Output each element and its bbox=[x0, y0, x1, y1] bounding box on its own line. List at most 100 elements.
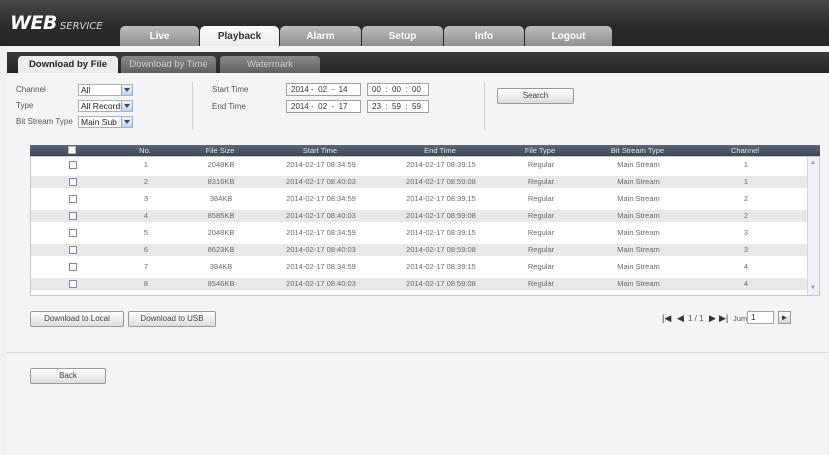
scroll-up-icon[interactable]: ▲ bbox=[810, 160, 816, 166]
cell-end-time: 2014-02-17 08:39:15 bbox=[406, 160, 476, 169]
cell-channel: 3 bbox=[743, 245, 749, 254]
table-header: No. File Size Start Time End Time File T… bbox=[30, 145, 820, 156]
cell-file-size: 2048KB bbox=[207, 228, 235, 237]
cell-no: 3 bbox=[143, 194, 149, 203]
table-row[interactable]: 5 2048KB 2014-02-17 08:34:59 2014-02-17 … bbox=[31, 227, 809, 239]
divider bbox=[7, 352, 827, 353]
cell-channel: 4 bbox=[743, 279, 749, 288]
cell-start-time: 2014-02-17 08:40:03 bbox=[286, 279, 356, 288]
table-row[interactable]: 1 2048KB 2014-02-17 08:34:59 2014-02-17 … bbox=[31, 159, 809, 171]
type-label: Type bbox=[16, 101, 34, 110]
cell-no: 6 bbox=[143, 245, 149, 254]
cell-no: 5 bbox=[143, 228, 149, 237]
table-scrollbar[interactable]: ▲ ▼ bbox=[807, 157, 819, 295]
col-header-start-time: Start Time bbox=[302, 146, 338, 155]
tab-logout[interactable]: Logout bbox=[525, 26, 612, 47]
cell-file-size: 384KB bbox=[209, 262, 233, 271]
cell-no: 2 bbox=[143, 177, 149, 186]
record-table: 1 2048KB 2014-02-17 08:34:59 2014-02-17 … bbox=[30, 156, 820, 296]
cell-end-time: 2014-02-17 08:39:15 bbox=[406, 262, 476, 271]
download-local-button[interactable]: Download to Local bbox=[30, 311, 124, 327]
channel-select[interactable]: All bbox=[78, 84, 133, 96]
cell-file-size: 8316KB bbox=[207, 177, 235, 186]
cell-file-type: Regular bbox=[527, 177, 555, 186]
last-page-icon[interactable]: ▶| bbox=[719, 313, 728, 323]
cell-file-size: 8546KB bbox=[207, 279, 235, 288]
cell-bit-stream: Main Stream bbox=[617, 177, 660, 186]
cell-channel: 4 bbox=[743, 262, 749, 271]
col-header-file-type: File Type bbox=[524, 146, 556, 155]
tab-alarm[interactable]: Alarm bbox=[280, 26, 361, 47]
channel-label: Channel bbox=[16, 85, 46, 94]
chevron-down-icon[interactable] bbox=[121, 101, 132, 111]
cell-end-time: 2014-02-17 08:39:15 bbox=[406, 228, 476, 237]
page-info: 1 / 1 bbox=[688, 314, 704, 323]
cell-channel: 1 bbox=[743, 160, 749, 169]
divider bbox=[192, 82, 193, 130]
select-all-checkbox[interactable] bbox=[68, 146, 76, 154]
download-usb-button[interactable]: Download to USB bbox=[128, 311, 216, 327]
table-row[interactable]: 4 8585KB 2014-02-17 08:40:03 2014-02-17 … bbox=[31, 210, 809, 222]
cell-bit-stream: Main Stream bbox=[617, 194, 660, 203]
end-time-field[interactable]: 23 : 59 : 59 bbox=[367, 100, 429, 113]
end-date-field[interactable]: 2014 - 02 - 17 bbox=[286, 100, 361, 113]
start-date-field[interactable]: 2014 - 02 - 14 bbox=[286, 83, 361, 96]
prev-page-icon[interactable]: ◀ bbox=[677, 313, 684, 323]
chevron-down-icon[interactable] bbox=[121, 85, 132, 95]
cell-start-time: 2014-02-17 08:40:03 bbox=[286, 177, 356, 186]
table-row[interactable]: 8 8546KB 2014-02-17 08:40:03 2014-02-17 … bbox=[31, 278, 809, 290]
cell-channel: 2 bbox=[743, 211, 749, 220]
table-row[interactable]: 3 384KB 2014-02-17 08:34:59 2014-02-17 0… bbox=[31, 193, 809, 205]
tab-info[interactable]: Info bbox=[444, 26, 524, 47]
col-header-channel: Channel bbox=[731, 146, 759, 155]
cell-file-type: Regular bbox=[527, 194, 555, 203]
cell-file-size: 2048KB bbox=[207, 160, 235, 169]
cell-no: 1 bbox=[143, 160, 149, 169]
row-checkbox[interactable] bbox=[68, 227, 78, 239]
jump-to-input[interactable]: 1 bbox=[747, 311, 774, 324]
table-row[interactable]: 6 8623KB 2014-02-17 08:40:03 2014-02-17 … bbox=[31, 244, 809, 256]
cell-file-size: 8623KB bbox=[207, 245, 235, 254]
cell-no: 4 bbox=[143, 211, 149, 220]
row-checkbox[interactable] bbox=[68, 176, 78, 188]
subtab-download-by-file[interactable]: Download by File bbox=[18, 56, 118, 73]
cell-start-time: 2014-02-17 08:34:59 bbox=[286, 228, 356, 237]
type-select[interactable]: All Records bbox=[78, 100, 133, 112]
table-row[interactable]: 2 8316KB 2014-02-17 08:40:03 2014-02-17 … bbox=[31, 176, 809, 188]
search-button[interactable]: Search bbox=[497, 88, 574, 104]
start-time-field[interactable]: 00 : 00 : 00 bbox=[367, 83, 429, 96]
cell-no: 7 bbox=[143, 262, 149, 271]
row-checkbox[interactable] bbox=[68, 159, 78, 171]
row-checkbox[interactable] bbox=[68, 261, 78, 273]
type-value: All Records bbox=[81, 101, 125, 111]
cell-channel: 1 bbox=[743, 177, 749, 186]
logo-main: WEB bbox=[10, 12, 57, 34]
cell-no: 8 bbox=[143, 279, 149, 288]
cell-end-time: 2014-02-17 08:59:08 bbox=[406, 177, 476, 186]
subtab-watermark[interactable]: Watermark bbox=[220, 56, 320, 73]
row-checkbox[interactable] bbox=[68, 244, 78, 256]
row-checkbox[interactable] bbox=[68, 278, 78, 290]
first-page-icon[interactable]: |◀ bbox=[662, 313, 671, 323]
divider bbox=[484, 82, 485, 130]
col-header-file-size: File Size bbox=[205, 146, 235, 155]
row-checkbox[interactable] bbox=[68, 193, 78, 205]
cell-end-time: 2014-02-17 08:59:08 bbox=[406, 211, 476, 220]
cell-end-time: 2014-02-17 08:59:08 bbox=[406, 279, 476, 288]
go-icon[interactable]: ► bbox=[778, 311, 791, 324]
table-row[interactable]: 7 384KB 2014-02-17 08:34:59 2014-02-17 0… bbox=[31, 261, 809, 273]
cell-channel: 3 bbox=[743, 228, 749, 237]
cell-file-type: Regular bbox=[527, 262, 555, 271]
cell-bit-stream: Main Stream bbox=[617, 279, 660, 288]
tab-playback[interactable]: Playback bbox=[200, 26, 279, 47]
row-checkbox[interactable] bbox=[68, 210, 78, 222]
next-page-icon[interactable]: ▶ bbox=[709, 313, 716, 323]
tab-live[interactable]: Live bbox=[120, 26, 199, 47]
scroll-down-icon[interactable]: ▼ bbox=[810, 285, 816, 291]
cell-bit-stream: Main Stream bbox=[617, 245, 660, 254]
tab-setup[interactable]: Setup bbox=[362, 26, 443, 47]
back-button[interactable]: Back bbox=[30, 368, 106, 384]
subtab-download-by-time[interactable]: Download by Time bbox=[121, 56, 216, 73]
bitstream-select[interactable]: Main Sub bbox=[78, 116, 133, 128]
chevron-down-icon[interactable] bbox=[121, 117, 132, 127]
